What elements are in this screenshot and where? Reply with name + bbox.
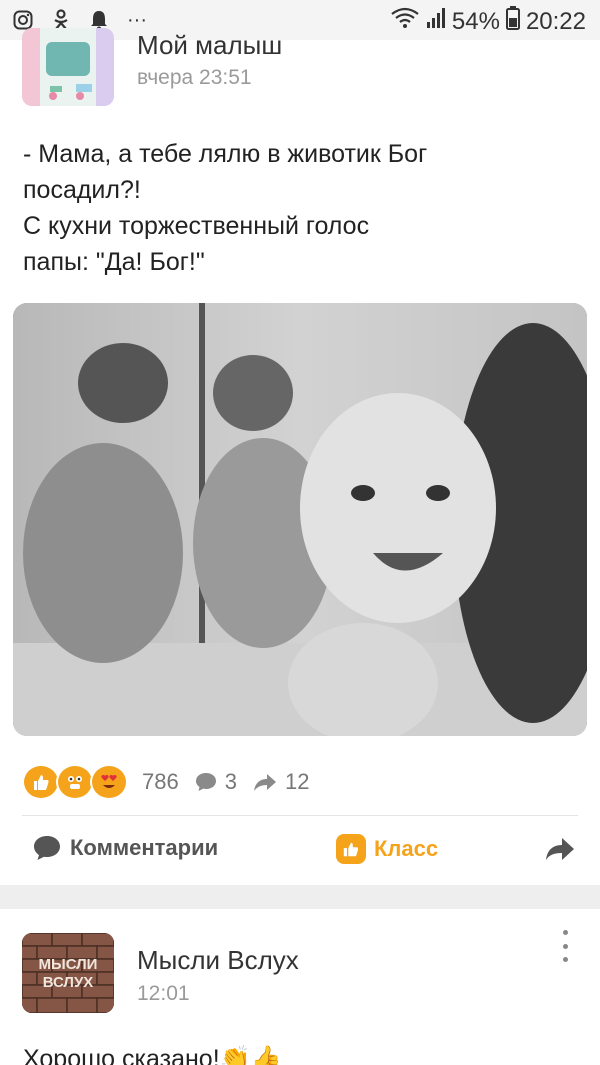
post-text-line: папы: "Да! Бог!" — [23, 248, 205, 276]
post-text-line: С кухни торжественный голос — [23, 212, 370, 240]
battery-icon — [505, 6, 520, 37]
heart-eyes-reaction-icon — [90, 764, 128, 800]
comments-counter[interactable]: 3 — [195, 769, 237, 795]
comment-button[interactable]: Комментарии — [32, 834, 218, 862]
surprised-face-reaction-icon — [56, 764, 94, 800]
brick-wall-logo: МЫСЛИ ВСЛУХ — [22, 933, 114, 1013]
shares-counter[interactable]: 12 — [253, 769, 309, 795]
post-text: - Мама, а тебе лялю в животик Бог посади… — [23, 136, 583, 280]
group-logo — [22, 28, 114, 106]
class-thumbs-up-icon — [336, 834, 366, 864]
class-like-button[interactable]: Класс — [336, 834, 438, 864]
comment-button-label: Комментарии — [70, 835, 219, 860]
clock: 20:22 — [525, 7, 586, 35]
class-button-label: Класс — [374, 836, 439, 861]
post2-author[interactable]: Мысли Вслух — [137, 945, 299, 976]
post-photo[interactable] — [13, 303, 587, 736]
status-bar-right: 54% 20:22 — [390, 6, 586, 37]
comment-icon — [34, 836, 60, 860]
comments-count: 3 — [224, 769, 237, 794]
signal-icon — [426, 7, 446, 36]
wifi-icon — [390, 7, 420, 36]
post-text-line: посадил?! — [23, 176, 141, 204]
post2-text: Хорошо сказано!👏👍 — [23, 1045, 282, 1065]
battery-percent: 54% — [451, 7, 500, 35]
comment-bubble-icon — [195, 773, 216, 791]
post-author[interactable]: Мой малыш — [137, 30, 282, 56]
share-icon — [546, 838, 574, 860]
svg-text:ВСЛУХ: ВСЛУХ — [43, 974, 94, 991]
more-options-icon[interactable] — [558, 930, 572, 962]
share-button[interactable] — [544, 836, 576, 867]
post-time: вчера 23:51 — [137, 66, 252, 89]
post2-time: 12:01 — [137, 982, 190, 1005]
group-avatar[interactable] — [22, 28, 114, 106]
feed-separator — [0, 885, 600, 909]
divider — [22, 815, 578, 816]
group-avatar-2[interactable]: МЫСЛИ ВСЛУХ — [22, 933, 114, 1013]
thumbs-up-reaction-icon — [22, 764, 60, 800]
reactions-count: 786 — [142, 769, 179, 794]
more-dots-icon: ··· — [127, 8, 147, 31]
post-text-line: - Мама, а тебе лялю в животик Бог — [23, 140, 428, 168]
reactions-bar[interactable]: 786 3 12 — [22, 764, 309, 800]
post-actions: Комментарии Класс — [22, 830, 578, 870]
share-arrow-icon — [253, 774, 276, 791]
shares-count: 12 — [284, 769, 310, 794]
svg-text:МЫСЛИ: МЫСЛИ — [39, 956, 98, 973]
